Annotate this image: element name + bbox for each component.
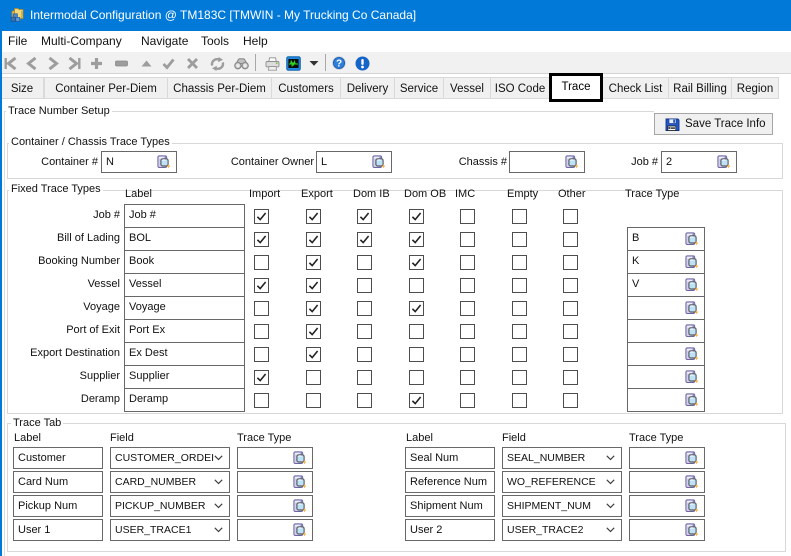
svg-text:?: ?: [335, 59, 341, 70]
